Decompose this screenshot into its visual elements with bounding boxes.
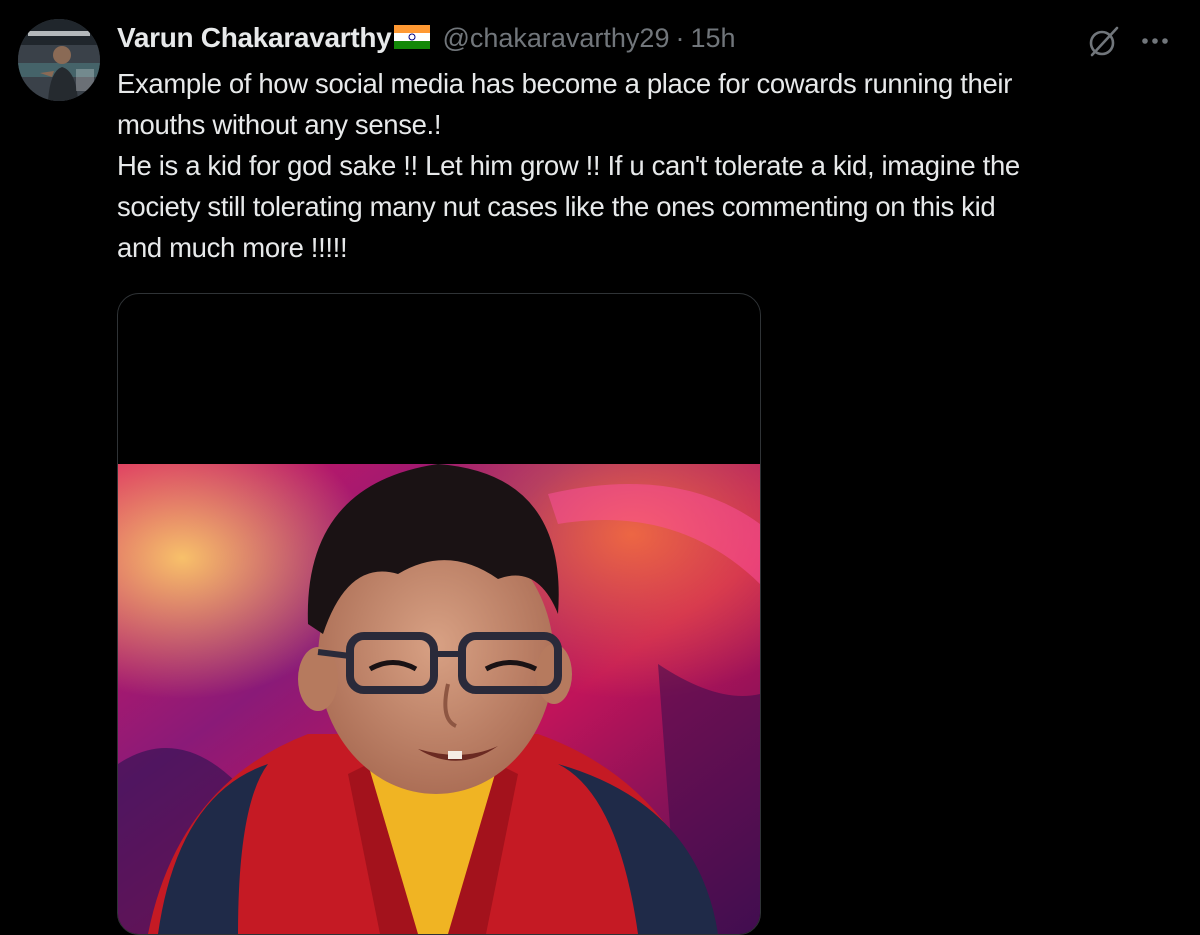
- tweet-text-line: mouths without any sense.!: [117, 109, 442, 140]
- tweet-text-line: He is a kid for god sake !! Let him grow…: [117, 150, 1020, 181]
- tweet-header: Varun Chakaravarthy @chakaravarthy29 · 1…: [117, 20, 736, 56]
- tweet-timestamp[interactable]: 15h: [690, 23, 735, 54]
- separator-dot: ·: [675, 22, 685, 53]
- tweet-body: Example of how social media has become a…: [117, 63, 1187, 268]
- avatar-photo: [18, 19, 100, 101]
- author-avatar[interactable]: [18, 19, 100, 101]
- author-display-name[interactable]: Varun Chakaravarthy: [117, 22, 392, 54]
- tweet[interactable]: Varun Chakaravarthy @chakaravarthy29 · 1…: [0, 0, 1200, 935]
- tweet-media[interactable]: [117, 293, 761, 935]
- grok-icon[interactable]: [1086, 24, 1120, 58]
- media-photo: [118, 464, 760, 934]
- tweet-text-line: Example of how social media has become a…: [117, 68, 1013, 99]
- tweet-text-line: society still tolerating many nut cases …: [117, 191, 996, 222]
- india-flag-icon: [394, 25, 431, 49]
- tweet-text-line: and much more !!!!!: [117, 232, 348, 263]
- more-dots-icon[interactable]: [1137, 27, 1173, 55]
- author-handle[interactable]: @chakaravarthy29: [442, 23, 669, 54]
